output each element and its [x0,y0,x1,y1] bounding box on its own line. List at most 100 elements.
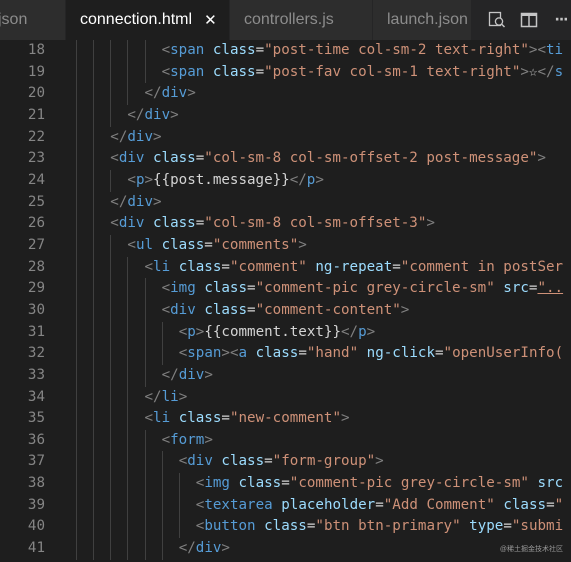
code-token: < [161,301,171,318]
code-line[interactable]: 40 <button class="btn btn-primary" type="… [0,516,571,539]
indent-guide [161,473,163,495]
code-line[interactable]: 21 </div> [0,104,571,127]
line-number: 40 [27,518,45,535]
code-token: < [161,42,171,58]
code-line[interactable]: 26 <div class="col-sm-8 col-sm-offset-3"> [0,213,571,235]
code-line[interactable]: 35 <li class="new-comment"> [0,408,571,430]
code-line[interactable]: 25 </div> [0,191,571,214]
indent-guide [110,61,112,84]
line-number: 38 [27,475,45,492]
code-token: div [195,540,222,557]
indent-guide [93,408,95,430]
indent-guide [127,343,129,365]
split-editor-icon [520,12,538,28]
code-line[interactable]: 37 <div class="form-group"> [0,451,571,474]
code-token: "openUserInfo( [443,345,564,362]
line-text: </div> [179,538,230,560]
code-token: = [247,301,256,318]
line-text: </div> [110,192,161,214]
indent-guide [144,451,146,474]
code-token: "comment-content" [255,301,401,318]
code-line[interactable]: 28 <li class="comment" ng-repeat="comment… [0,256,571,279]
code-token: > [366,323,376,340]
code-line[interactable]: 36 <form> [0,429,571,452]
code-token: < [178,453,188,470]
code-line[interactable]: 19 <span class="post-fav col-sm-1 text-ri… [0,61,571,84]
tab-connection-html[interactable]: connection.html ✕ [66,0,230,40]
code-line[interactable]: 23 <div class="col-sm-8 col-sm-offset-2 p… [0,148,571,170]
code-token: button [204,518,256,535]
code-line[interactable]: 29 <img class="comment-pic grey-circle-sm… [0,278,571,300]
indent-guide [93,364,95,387]
code-line[interactable]: 33 </div> [0,364,571,387]
indent-guide [76,321,78,344]
code-token: s [554,63,564,80]
indent-guide [178,473,180,495]
line-text: <img class="comment-pic grey-circle-sm" … [162,278,564,300]
indent-guide [127,494,129,517]
code-token: div [161,85,188,102]
code-token: = [195,215,205,232]
code-token: "comment-pic grey-circle-sm" [289,475,529,492]
indent-guide [93,429,95,452]
code-line[interactable]: 38 <img class="comment-pic grey-circle-sm… [0,473,571,495]
code-line[interactable]: 20 </div> [0,83,571,105]
line-number: 21 [27,106,45,123]
split-editor-button[interactable] [515,6,543,34]
code-token: "btn btn-primary" [315,518,461,535]
code-token: span [187,345,222,362]
code-token: div [118,215,145,232]
code-token: > [375,453,384,470]
code-token: </ [537,63,555,80]
code-token: class [153,215,196,232]
tab-json[interactable]: json [0,0,66,40]
line-text: <li class="new-comment"> [145,408,350,430]
indent-guide [178,494,180,517]
indent-guide [127,40,129,62]
indent-guide [127,256,129,279]
indent-guide [93,473,95,495]
code-line[interactable]: 34 </li> [0,386,571,409]
code-line[interactable]: 32 <span><a class="hand" ng-click="openUs… [0,343,571,365]
line-number: 20 [27,85,45,102]
line-number: 19 [27,63,45,80]
code-token: div [127,193,154,210]
indent-guide [110,234,112,257]
indent-guide [93,538,95,560]
code-line[interactable]: 18 <span class="post-time col-sm-2 text-r… [0,40,571,62]
more-actions-button[interactable]: ··· [547,6,571,34]
code-token: > [178,388,188,405]
code-line[interactable]: 31 <p>{{comment.text}}</p> [0,321,571,344]
indent-guide [110,451,112,474]
indent-guide [76,473,78,495]
code-token: {{comment.text}} [204,323,341,340]
open-preview-button[interactable] [483,6,511,34]
indent-guide [110,104,112,127]
code-token: li [153,258,171,275]
indent-guide [161,494,163,517]
code-line[interactable]: 30 <div class="comment-content"> [0,299,571,322]
code-token: "Add Comment" [383,496,495,513]
open-preview-icon [488,11,506,28]
indent-guide [144,343,146,365]
code-token: > [170,106,179,123]
code-line[interactable]: 41 </div> [0,538,571,560]
code-token: "post-time col-sm-2 text-right" [264,42,529,58]
code-editor[interactable]: 18 <span class="post-time col-sm-2 text-r… [0,40,571,562]
indent-guide [110,343,112,365]
indent-guide [110,364,112,387]
indent-guide [76,213,78,235]
code-line[interactable]: 27 <ul class="comments"> [0,234,571,257]
code-line[interactable]: 39 <textarea placeholder="Add Comment" cl… [0,494,571,517]
code-token: div [170,301,196,318]
indent-guide [127,83,129,105]
tab-launch-json[interactable]: launch.json [373,0,472,40]
close-icon[interactable]: ✕ [204,11,217,29]
code-line[interactable]: 24 <p>{{post.message}}</p> [0,169,571,192]
code-line[interactable]: 22 </div> [0,126,571,149]
tab-controllers-js[interactable]: controllers.js [230,0,373,40]
indent-guide [178,516,180,539]
